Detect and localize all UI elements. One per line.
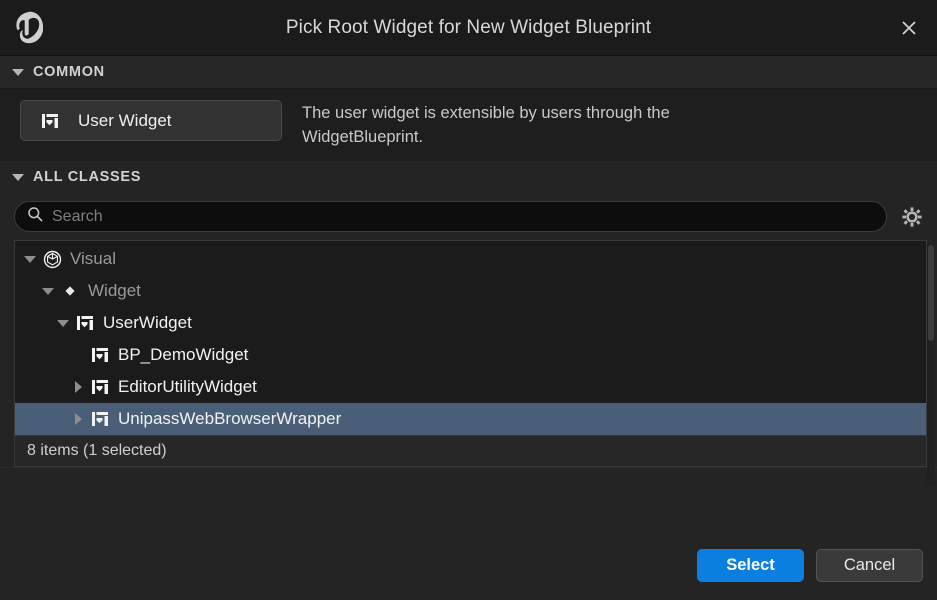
tree-row-label: Widget (88, 281, 141, 300)
expand-toggle[interactable] (37, 275, 59, 307)
user-widget-icon (89, 376, 111, 398)
tree-row[interactable]: EditorUtilityWidget (15, 371, 926, 403)
common-section-body: User Widget The user widget is extensibl… (0, 88, 937, 161)
pick-root-widget-dialog: Pick Root Widget for New Widget Blueprin… (0, 0, 937, 600)
diamond-icon (59, 280, 81, 302)
search-row (0, 193, 937, 240)
vertical-scrollbar-track[interactable] (927, 243, 935, 485)
user-widget-icon (89, 408, 111, 430)
user-widget-button[interactable]: User Widget (20, 100, 282, 141)
expand-toggle[interactable] (67, 403, 89, 435)
dialog-title: Pick Root Widget for New Widget Blueprin… (285, 16, 652, 38)
status-text: 8 items (1 selected) (27, 442, 167, 459)
tree-row-label: BP_DemoWidget (118, 345, 249, 364)
title-bar: Pick Root Widget for New Widget Blueprin… (0, 0, 937, 56)
class-sphere-icon (41, 248, 63, 270)
all-classes-body: Visual Widget (0, 193, 937, 600)
chevron-down-icon (12, 68, 24, 76)
unreal-engine-logo-icon (0, 0, 56, 56)
search-input[interactable] (52, 207, 874, 226)
search-box[interactable] (14, 201, 887, 232)
tree-row-label: UserWidget (103, 313, 192, 332)
tree-row[interactable]: Widget (15, 275, 926, 307)
vertical-scrollbar-thumb[interactable] (928, 245, 934, 341)
common-section-header[interactable]: COMMON (0, 56, 937, 88)
class-tree-frame: Visual Widget UserWidget BP_DemoWidget E… (14, 240, 927, 435)
dialog-footer: Select Cancel (0, 467, 937, 600)
user-widget-button-label: User Widget (78, 110, 172, 130)
expand-toggle-placeholder (67, 339, 89, 371)
tree-row-label: UnipassWebBrowserWrapper (118, 409, 342, 428)
tree-row-label: Visual (70, 249, 116, 268)
gear-icon[interactable] (897, 202, 927, 232)
tree-row[interactable]: UserWidget (15, 307, 926, 339)
all-classes-section-header[interactable]: ALL CLASSES (0, 161, 937, 193)
tree-status-bar: 8 items (1 selected) (14, 435, 927, 467)
all-classes-section-title: ALL CLASSES (33, 169, 142, 185)
common-section-title: COMMON (33, 64, 105, 80)
user-widget-icon (74, 312, 96, 334)
tree-row-label: EditorUtilityWidget (118, 377, 257, 396)
expand-toggle[interactable] (67, 371, 89, 403)
tree-row[interactable]: Visual (15, 243, 926, 275)
user-widget-description: The user widget is extensible by users t… (302, 104, 670, 146)
tree-row[interactable]: UnipassWebBrowserWrapper (15, 403, 926, 435)
tree-row[interactable]: BP_DemoWidget (15, 339, 926, 371)
user-widget-icon (89, 344, 111, 366)
chevron-down-icon (12, 173, 24, 181)
class-tree[interactable]: Visual Widget UserWidget BP_DemoWidget E… (15, 241, 926, 435)
cancel-button[interactable]: Cancel (816, 549, 923, 582)
close-icon[interactable] (889, 8, 929, 48)
search-icon (27, 206, 43, 227)
expand-toggle[interactable] (52, 307, 74, 339)
user-widget-icon (39, 110, 61, 132)
select-button[interactable]: Select (697, 549, 804, 582)
expand-toggle[interactable] (19, 243, 41, 275)
